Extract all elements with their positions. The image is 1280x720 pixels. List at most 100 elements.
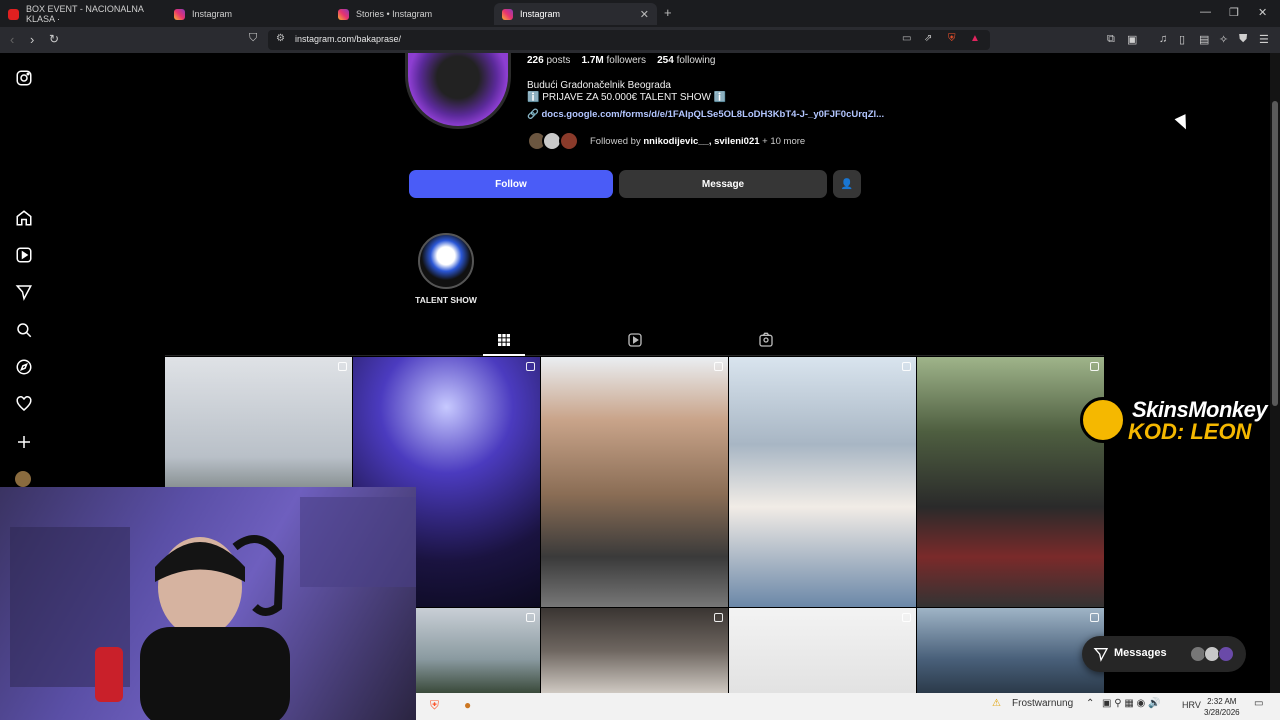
new-tab-icon[interactable]: + xyxy=(664,5,672,20)
create-icon[interactable] xyxy=(15,433,33,451)
sponsor-overlay: SkinsMonkey KOD: LEON xyxy=(1080,393,1275,449)
address-bar[interactable]: ⚙ instagram.com/bakaprase/ ▭ ⇗ ⛨ ▲ xyxy=(268,30,990,50)
post-tile[interactable] xyxy=(541,357,728,607)
close-window-icon[interactable]: ✕ xyxy=(1258,6,1267,19)
app-taskbar-icon[interactable]: ● xyxy=(464,698,471,712)
profile-avatar[interactable] xyxy=(15,471,31,487)
bio-link-text: docs.google.com/forms/d/e/1FAIpQLSe5OL8L… xyxy=(541,109,885,120)
direct-message-icon xyxy=(1093,646,1109,662)
tab-instagram-active[interactable]: Instagram ✕ xyxy=(494,3,657,25)
tagged-tab-icon[interactable] xyxy=(758,332,774,348)
back-icon[interactable]: ‹ xyxy=(10,32,14,47)
cast-icon[interactable]: ▭ xyxy=(902,33,911,44)
leo-ai-icon[interactable]: ✧ xyxy=(1219,33,1228,46)
webcam-scene xyxy=(10,497,416,720)
vpn-icon[interactable]: ⛊ xyxy=(1239,33,1247,46)
input-language[interactable]: HRV xyxy=(1182,700,1201,710)
tab-stories[interactable]: Stories • Instagram xyxy=(330,3,493,25)
multi-post-icon xyxy=(714,613,723,622)
active-tab-indicator xyxy=(483,354,525,356)
page-scrollbar[interactable] xyxy=(1270,53,1280,693)
messages-button[interactable]: Messages xyxy=(1082,636,1246,672)
tab-title: Instagram xyxy=(192,9,233,19)
search-icon[interactable] xyxy=(15,321,33,339)
followers-count[interactable]: 1.7M xyxy=(582,55,604,66)
menu-icon[interactable]: ☰ xyxy=(1259,33,1269,46)
post-tile[interactable] xyxy=(917,357,1104,607)
bio-link[interactable]: 🔗 docs.google.com/forms/d/e/1FAIpQLSe5OL… xyxy=(527,109,884,120)
notifications-heart-icon[interactable] xyxy=(15,395,33,413)
instagram-icon xyxy=(502,8,513,20)
close-tab-icon[interactable]: ✕ xyxy=(640,8,649,21)
suggested-users-button[interactable]: 👤 xyxy=(833,170,861,198)
taskbar-clock[interactable]: 2:32 AM 3/28/2026 xyxy=(1204,696,1240,718)
sidebar-icon[interactable]: ▯ xyxy=(1179,33,1185,46)
profile-stats: 226 posts 1.7M followers 254 following xyxy=(527,55,716,66)
media-icon[interactable]: ♫ xyxy=(1159,33,1167,45)
clock-date: 3/28/2026 xyxy=(1204,708,1240,717)
minimize-icon[interactable]: — xyxy=(1200,6,1211,18)
forward-icon[interactable]: › xyxy=(30,32,34,47)
multi-post-icon xyxy=(1090,613,1099,622)
browser-tab-bar: BOX EVENT - NACIONALNA KLASA · Instagram… xyxy=(0,0,1280,27)
profile-avatar-large[interactable] xyxy=(405,53,511,129)
reload-icon[interactable]: ↻ xyxy=(49,32,59,46)
brave-taskbar-icon[interactable]: ⛨ xyxy=(430,698,439,713)
extensions-icon[interactable]: ⧉ xyxy=(1107,33,1115,46)
tab-title: Instagram xyxy=(520,9,561,19)
bio-line-2: ℹ️ PRIJAVE ZA 50.000€ TALENT SHOW ℹ️ xyxy=(527,92,727,103)
reels-tab-icon[interactable] xyxy=(627,332,643,348)
reels-icon[interactable] xyxy=(15,246,33,264)
notifications-icon[interactable]: ▭ xyxy=(1254,698,1263,709)
follow-button[interactable]: Follow xyxy=(409,170,613,198)
posts-count: 226 xyxy=(527,55,544,66)
post-tile[interactable] xyxy=(729,357,916,607)
tray-chevron-icon[interactable]: ⌃ xyxy=(1086,698,1094,709)
tray-icons[interactable]: ▣ ⚲ ▦ ◉ 🔊 xyxy=(1102,698,1161,709)
sponsor-code: KOD: LEON xyxy=(1128,419,1252,444)
following-count[interactable]: 254 xyxy=(657,55,674,66)
tab-instagram-1[interactable]: Instagram xyxy=(166,3,329,25)
post-tile[interactable] xyxy=(729,608,916,693)
clock-time: 2:32 AM xyxy=(1207,697,1237,706)
followers-label[interactable]: followers xyxy=(607,55,646,66)
wallet-2-icon[interactable]: ▤ xyxy=(1199,33,1209,46)
share-icon[interactable]: ⇗ xyxy=(924,33,932,44)
multi-post-icon xyxy=(526,613,535,622)
tabs-divider xyxy=(165,355,1104,356)
webcam-overlay xyxy=(0,487,416,720)
site-settings-icon[interactable]: ⚙ xyxy=(276,33,285,44)
tab-title: Stories • Instagram xyxy=(356,9,433,19)
explore-icon[interactable] xyxy=(15,358,33,376)
followed-by-suffix: + 10 more xyxy=(762,136,806,147)
story-highlight[interactable] xyxy=(418,233,474,289)
youtube-icon xyxy=(8,8,19,20)
weather-text[interactable]: Frostwarnung xyxy=(1012,698,1073,709)
brave-shields-icon[interactable]: ⛨ xyxy=(948,33,956,44)
posts-grid-tab-icon[interactable] xyxy=(496,332,512,348)
home-icon[interactable] xyxy=(15,209,33,227)
direct-icon[interactable] xyxy=(15,283,33,301)
followed-by-text[interactable]: Followed by nnikodijevic__, svileni021 +… xyxy=(590,136,805,147)
link-icon: 🔗 xyxy=(527,109,539,120)
message-button[interactable]: Message xyxy=(619,170,827,198)
wallet-icon[interactable]: ▣ xyxy=(1127,33,1137,46)
following-label[interactable]: following xyxy=(677,55,716,66)
post-tile[interactable] xyxy=(541,608,728,693)
multi-post-icon xyxy=(526,362,535,371)
tab-title: BOX EVENT - NACIONALNA KLASA · xyxy=(26,4,144,24)
restore-icon[interactable]: ❐ xyxy=(1229,6,1239,19)
bookmark-icon[interactable]: ⛉ xyxy=(249,32,257,45)
post-tile[interactable] xyxy=(917,608,1104,693)
tab-box-event[interactable]: BOX EVENT - NACIONALNA KLASA · xyxy=(0,3,165,25)
brave-rewards-icon[interactable]: ▲ xyxy=(970,33,980,44)
followed-by-prefix: Followed by xyxy=(590,136,641,147)
post-tile[interactable] xyxy=(416,608,540,693)
followed-by-avatars[interactable] xyxy=(527,131,587,151)
scrollbar-thumb[interactable] xyxy=(1272,101,1278,406)
weather-warning-icon[interactable]: ⚠ xyxy=(992,698,1001,709)
multi-post-icon xyxy=(1090,362,1099,371)
message-avatar xyxy=(1218,646,1234,662)
followed-by-names: nnikodijevic__, svileni021 xyxy=(643,136,760,147)
instagram-logo-icon[interactable] xyxy=(15,69,33,87)
